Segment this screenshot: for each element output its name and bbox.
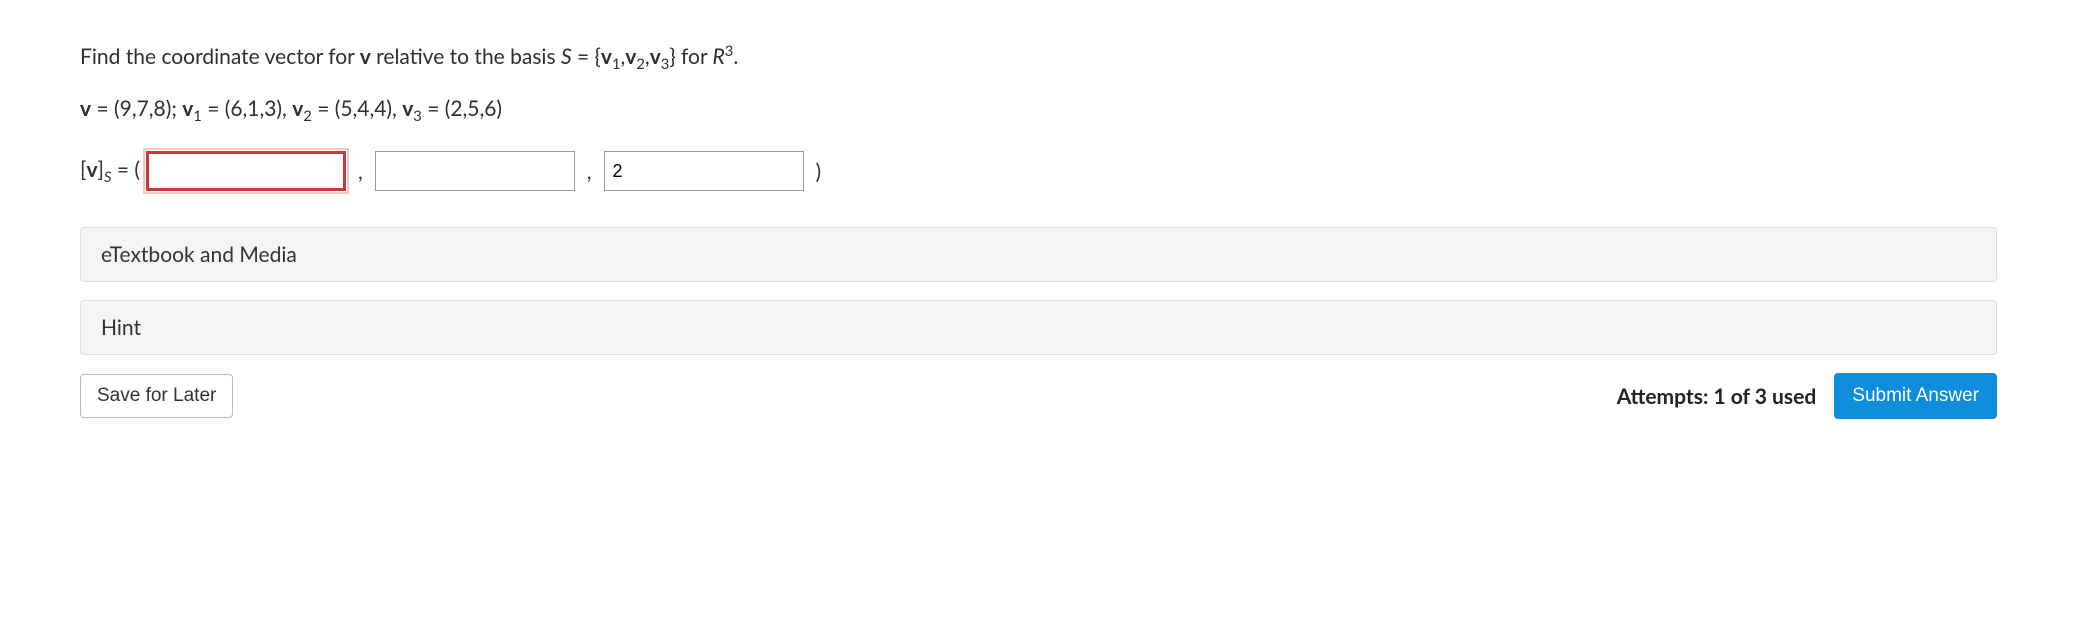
coord-input-2[interactable] <box>375 151 575 191</box>
q2-eq3: = (5,4,4), <box>312 96 402 121</box>
q1-R: R <box>713 44 725 69</box>
q1-sub1: 1 <box>612 55 621 73</box>
q1-period: . <box>733 44 738 69</box>
submit-answer-button[interactable]: Submit Answer <box>1834 373 1997 419</box>
sep-1: , <box>358 159 363 184</box>
save-for-later-button[interactable]: Save for Later <box>80 374 233 418</box>
close-paren: ) <box>816 159 822 184</box>
q2-v1: v <box>182 96 193 121</box>
question-line-2: v = (9,7,8); v1 = (6,1,3), v2 = (5,4,4),… <box>80 93 1997 127</box>
sep-2: , <box>587 159 592 184</box>
hint-panel[interactable]: Hint <box>80 300 1997 355</box>
footer-row: Save for Later Attempts: 1 of 3 used Sub… <box>80 373 1997 419</box>
q1-v1: v <box>601 44 612 69</box>
q2-eq4: = (2,5,6) <box>422 96 502 121</box>
q1-S: S <box>561 44 572 69</box>
q2-eq2: = (6,1,3), <box>202 96 292 121</box>
q2-s3: 3 <box>413 107 422 125</box>
attempts-text: Attempts: 1 of 3 used <box>1617 384 1817 409</box>
q2-v: v <box>80 96 91 121</box>
q2-v2: v <box>292 96 303 121</box>
q2-eq1: = (9,7,8); <box>91 96 182 121</box>
hint-label: Hint <box>101 315 141 340</box>
q1-eq: = { <box>572 44 601 69</box>
coord-input-3[interactable] <box>604 151 804 191</box>
etextbook-label: eTextbook and Media <box>101 242 297 267</box>
q1-mid: relative to the basis <box>371 44 561 69</box>
answer-line: [v]S = ( , , ) <box>80 151 1997 191</box>
q1-v: v <box>360 44 371 69</box>
ap-eq: = ( <box>111 157 140 182</box>
ap-v: v <box>86 157 97 182</box>
etextbook-panel[interactable]: eTextbook and Media <box>80 227 1997 282</box>
q2-s2: 2 <box>303 107 312 125</box>
q1-v2: v <box>625 44 636 69</box>
q1-close: } for <box>669 44 712 69</box>
footer-right: Attempts: 1 of 3 used Submit Answer <box>1617 373 1997 419</box>
q1-sub2: 2 <box>636 55 645 73</box>
q1-pre: Find the coordinate vector for <box>80 44 360 69</box>
question-line-1: Find the coordinate vector for v relativ… <box>80 40 1997 75</box>
q2-v3: v <box>402 96 413 121</box>
answer-prefix: [v]S = ( <box>80 157 140 186</box>
coord-input-1[interactable] <box>146 151 346 191</box>
q1-v3: v <box>650 44 661 69</box>
q2-s1: 1 <box>193 107 202 125</box>
